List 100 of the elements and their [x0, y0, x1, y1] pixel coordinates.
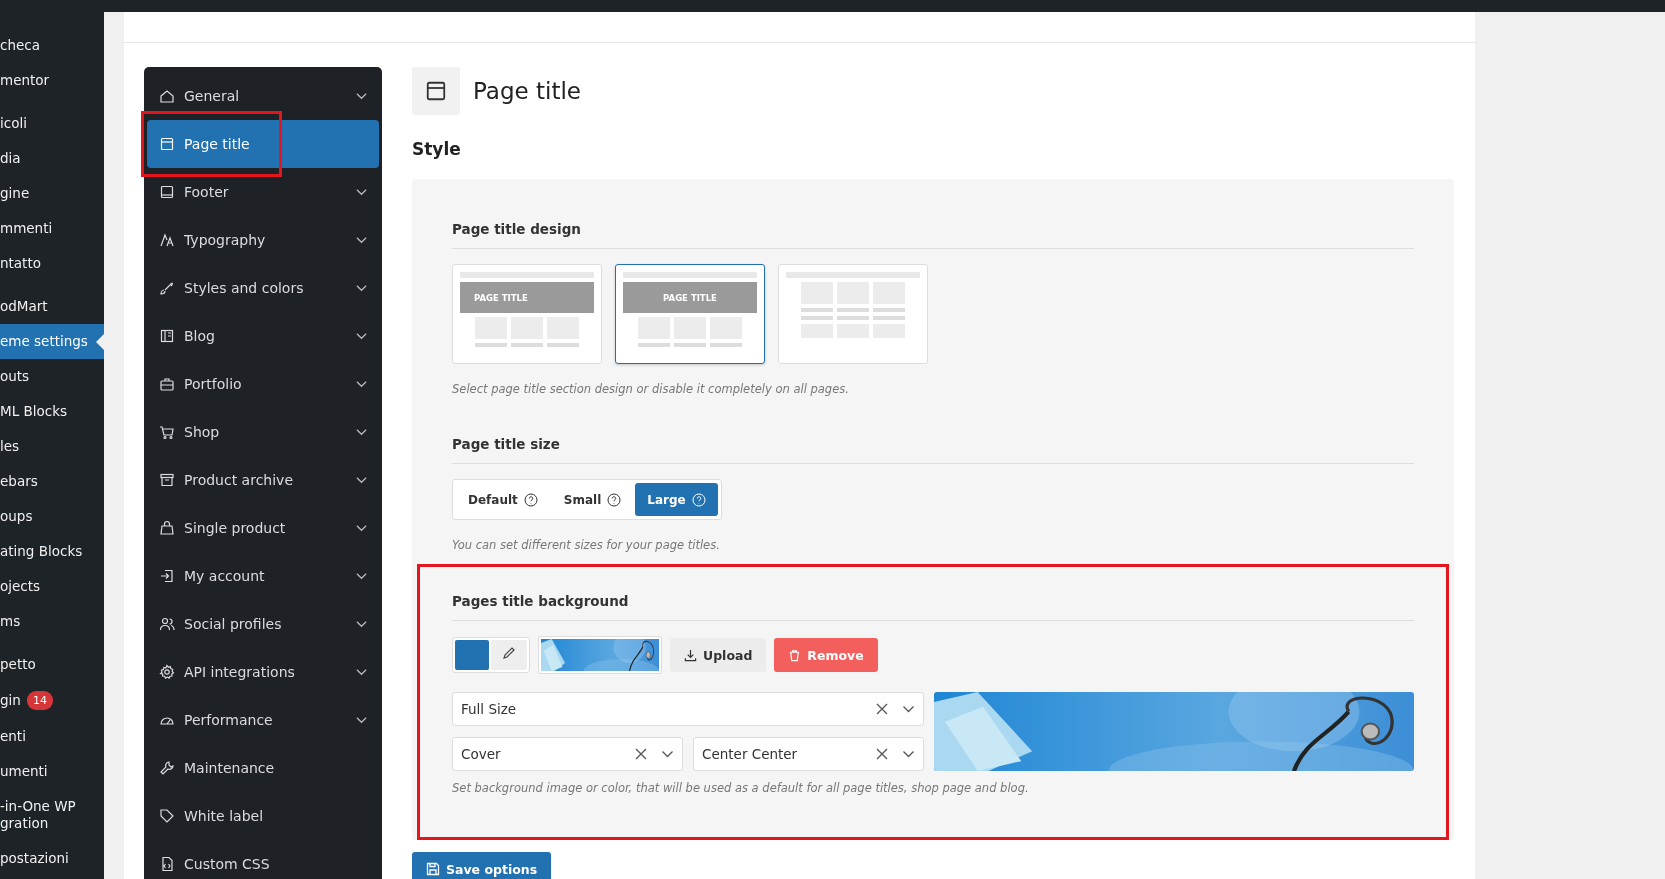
chevron-down-icon — [356, 716, 367, 724]
admin-menu-item[interactable]: eme settings — [0, 324, 104, 359]
chevron-down-icon — [356, 188, 367, 196]
settings-nav-item[interactable]: Performance — [147, 696, 379, 744]
settings-nav-item[interactable]: General — [147, 72, 379, 120]
sign-in-icon — [159, 568, 175, 584]
field-description: You can set different sizes for your page titles. — [452, 538, 721, 552]
settings-nav-item[interactable]: Shop — [147, 408, 379, 456]
admin-menu-item[interactable]: les — [0, 429, 104, 464]
admin-menu-item[interactable]: enti — [0, 719, 104, 754]
admin-menu-item[interactable]: -in-One WP gration — [0, 789, 104, 841]
briefcase-icon — [159, 376, 175, 392]
field-description: Set background image or color, that will be used as a default for all page titles, shop page and blog. — [452, 781, 1030, 795]
code-file-icon — [159, 856, 175, 872]
clear-icon[interactable] — [876, 703, 888, 715]
admin-menu-item[interactable]: outs — [0, 359, 104, 394]
admin-menu-item[interactable]: postazioni — [0, 841, 104, 876]
clear-icon[interactable] — [876, 748, 888, 760]
admin-menu-item[interactable]: dia — [0, 141, 104, 176]
position-select[interactable]: Center Center — [693, 737, 924, 771]
blog-icon — [159, 328, 175, 344]
settings-nav-item[interactable]: Product archive — [147, 456, 379, 504]
admin-menu-item[interactable]: ms — [0, 604, 104, 639]
size-option[interactable]: Small — [551, 483, 634, 516]
window-icon — [159, 184, 175, 200]
admin-menu-item[interactable]: icoli — [0, 106, 104, 141]
bag-icon — [159, 520, 175, 536]
chevron-down-icon — [356, 332, 367, 340]
fit-select[interactable]: Cover — [452, 737, 683, 771]
field-label: Page title size — [452, 424, 1414, 464]
brush-icon — [159, 280, 175, 296]
admin-menu-item[interactable]: oups — [0, 499, 104, 534]
field-label: Page title design — [452, 209, 1414, 249]
chevron-down-icon — [356, 284, 367, 292]
page-heading: Page title — [473, 78, 581, 104]
color-picker[interactable] — [452, 637, 530, 673]
color-swatch[interactable] — [455, 640, 489, 670]
chevron-down-icon — [356, 92, 367, 100]
tag-icon — [159, 808, 175, 824]
typography-icon — [159, 232, 175, 248]
chevron-down-icon — [661, 750, 674, 758]
page-title-icon — [412, 67, 460, 115]
chevron-down-icon — [902, 705, 915, 713]
chevron-down-icon — [356, 380, 367, 388]
chevron-down-icon — [356, 620, 367, 628]
admin-menu-item[interactable]: ating Blocks — [0, 534, 104, 569]
chevron-down-icon — [902, 750, 915, 758]
admin-menu-item[interactable]: gin 14 — [0, 682, 104, 719]
archive-icon — [159, 472, 175, 488]
settings-nav-item[interactable]: Footer — [147, 168, 379, 216]
download-icon — [684, 648, 697, 662]
settings-nav-item[interactable]: API integrations — [147, 648, 379, 696]
settings-nav-item[interactable]: Blog — [147, 312, 379, 360]
settings-nav-item[interactable]: Custom CSS — [147, 840, 379, 879]
cart-icon — [159, 424, 175, 440]
section-heading: Style — [412, 139, 462, 159]
wrench-icon — [159, 760, 175, 776]
thumbnail-caption: PAGE TITLE — [623, 282, 757, 313]
chevron-down-icon — [356, 524, 367, 532]
settings-nav-item[interactable]: Maintenance — [147, 744, 379, 792]
settings-nav-item[interactable]: Page title — [147, 120, 379, 168]
chevron-down-icon — [356, 476, 367, 484]
size-select[interactable]: Full Size — [452, 692, 924, 726]
settings-nav-item[interactable]: Styles and colors — [147, 264, 379, 312]
trash-icon — [788, 648, 802, 662]
field-description: Select page title section design or disable it completely on all pages. — [452, 382, 850, 396]
admin-menu-item[interactable]: gine — [0, 176, 104, 211]
chevron-down-icon — [356, 428, 367, 436]
gear-icon — [159, 664, 175, 680]
settings-nav-item[interactable]: My account — [147, 552, 379, 600]
count-badge: 14 — [26, 691, 53, 710]
admin-menu-item[interactable]: umenti — [0, 754, 104, 789]
upload-button[interactable]: Upload — [670, 638, 767, 672]
admin-menu-item[interactable]: petto — [0, 647, 104, 682]
admin-menu-item[interactable]: mentor — [0, 63, 104, 98]
admin-menu-item[interactable]: odMart — [0, 289, 104, 324]
field-label: Pages title background — [452, 581, 1414, 621]
eyedropper-button[interactable] — [491, 640, 527, 670]
admin-menu-item[interactable]: mmenti — [0, 211, 104, 246]
users-icon — [159, 616, 175, 632]
settings-nav-item[interactable]: Social profiles — [147, 600, 379, 648]
settings-nav-item[interactable]: Single product — [147, 504, 379, 552]
settings-nav-item[interactable]: Typography — [147, 216, 379, 264]
help-icon — [691, 492, 706, 507]
chevron-down-icon — [356, 572, 367, 580]
settings-nav-item[interactable]: Portfolio — [147, 360, 379, 408]
clear-icon[interactable] — [635, 748, 647, 760]
chevron-down-icon — [356, 236, 367, 244]
home-icon — [159, 88, 175, 104]
thumbnail-caption: PAGE TITLE — [460, 282, 594, 313]
settings-nav-item[interactable]: White label — [147, 792, 379, 840]
size-option[interactable]: Default — [456, 483, 550, 516]
admin-menu-item[interactable]: ojects — [0, 569, 104, 604]
admin-menu-item[interactable]: checa — [0, 28, 104, 63]
admin-menu-item[interactable]: ebars — [0, 464, 104, 499]
chevron-down-icon — [356, 668, 367, 676]
admin-menu-item[interactable]: ntatto — [0, 246, 104, 281]
size-option[interactable]: Large — [635, 483, 718, 516]
save-button[interactable]: Save options — [412, 852, 552, 879]
admin-menu-item[interactable]: ML Blocks — [0, 394, 104, 429]
